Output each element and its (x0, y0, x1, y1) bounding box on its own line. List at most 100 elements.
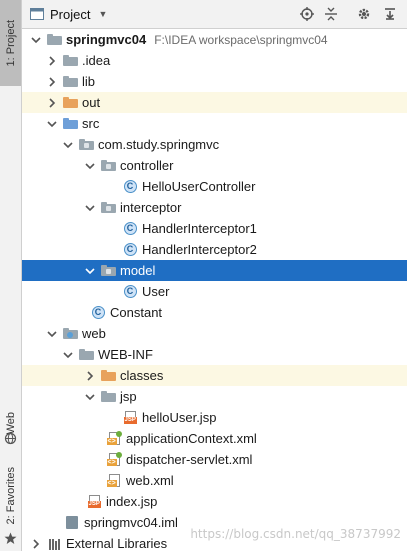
java-class-icon: C (90, 306, 106, 320)
star-icon (4, 532, 17, 544)
chevron-right-icon[interactable] (46, 97, 58, 109)
chevron-down-icon[interactable] (84, 265, 96, 277)
package-icon (78, 138, 94, 152)
chevron-right-icon[interactable] (46, 55, 58, 67)
tab-project[interactable]: 1: Project (0, 0, 21, 86)
chevron-right-icon[interactable] (84, 370, 96, 382)
tool-window-strip: 1: Project Web 2: Favorites (0, 0, 22, 551)
tree-label: index.jsp (106, 494, 158, 509)
tree-label: web (82, 326, 106, 341)
locate-target-icon[interactable] (299, 6, 315, 22)
package-icon (100, 264, 116, 278)
chevron-down-icon[interactable] (84, 202, 96, 214)
tree-row-user[interactable]: C User (22, 281, 407, 302)
tree-row-model[interactable]: model (22, 260, 407, 281)
collapse-all-icon[interactable] (323, 6, 339, 22)
tree-row-hello-jsp[interactable]: JSP helloUser.jsp (22, 407, 407, 428)
chevron-down-icon[interactable] (84, 391, 96, 403)
tree-label: com.study.springmvc (98, 137, 220, 152)
tree-row-webinf[interactable]: WEB-INF (22, 344, 407, 365)
tree-row-package[interactable]: com.study.springmvc (22, 134, 407, 155)
tree-row-src[interactable]: src (22, 113, 407, 134)
tree-row-root[interactable]: springmvc04 F:\IDEA workspace\springmvc0… (22, 29, 407, 50)
web-globe-icon (4, 432, 17, 445)
tree-label: External Libraries (66, 536, 168, 551)
tree-row-constant[interactable]: C Constant (22, 302, 407, 323)
module-file-icon (64, 516, 80, 530)
chevron-down-icon[interactable] (46, 118, 58, 130)
tree-row-handler2[interactable]: C HandlerInterceptor2 (22, 239, 407, 260)
watermark: https://blog.csdn.net/qq_38737992 (190, 527, 401, 541)
tree-row-handler1[interactable]: C HandlerInterceptor1 (22, 218, 407, 239)
tree-row-app-context[interactable]: <> applicationContext.xml (22, 428, 407, 449)
spring-xml-icon: <> (106, 431, 122, 446)
tree-row-idea[interactable]: .idea (22, 50, 407, 71)
tab-project-label: 1: Project (4, 19, 17, 67)
library-icon (46, 537, 62, 551)
web-folder-icon (62, 327, 78, 341)
tree-label: classes (120, 368, 164, 383)
project-view-icon (30, 8, 44, 20)
jsp-file-icon: JSP (122, 411, 138, 425)
tree-label: model (120, 263, 156, 278)
chevron-down-icon[interactable] (84, 160, 96, 172)
folder-icon (62, 54, 78, 68)
tree-label: interceptor (120, 200, 182, 215)
excluded-folder-icon (62, 96, 78, 110)
jsp-file-icon: JSP (86, 495, 102, 509)
java-class-icon: C (122, 285, 138, 299)
tree-label: HandlerInterceptor1 (142, 221, 257, 236)
project-panel-header: Project ▼ (22, 0, 407, 29)
package-icon (100, 159, 116, 173)
folder-icon (62, 75, 78, 89)
folder-icon (78, 348, 94, 362)
panel-title[interactable]: Project (50, 7, 90, 22)
java-class-icon: C (122, 222, 138, 236)
project-path: F:\IDEA workspace\springmvc04 (154, 32, 328, 47)
tree-label: springmvc04.iml (84, 515, 178, 530)
chevron-right-icon[interactable] (46, 76, 58, 88)
source-folder-icon (62, 117, 78, 131)
tree-label: web.xml (126, 473, 174, 488)
tree-row-out[interactable]: out (22, 92, 407, 113)
tree-label: HandlerInterceptor2 (142, 242, 257, 257)
tree-row-dispatcher[interactable]: <> dispatcher-servlet.xml (22, 449, 407, 470)
tree-label: Constant (110, 305, 163, 320)
tree-row-lib[interactable]: lib (22, 71, 407, 92)
tree-label: lib (82, 74, 96, 89)
chevron-down-icon[interactable] (30, 34, 42, 46)
tree-row-index-jsp[interactable]: JSP index.jsp (22, 491, 407, 512)
hide-panel-icon[interactable] (382, 6, 398, 22)
chevron-down-icon[interactable]: ▼ (98, 9, 107, 19)
tree-row-jsp[interactable]: jsp (22, 386, 407, 407)
spring-xml-icon: <> (106, 452, 122, 467)
project-tree: springmvc04 F:\IDEA workspace\springmvc0… (22, 29, 407, 551)
java-class-icon: C (122, 180, 138, 194)
tree-row-classes[interactable]: classes (22, 365, 407, 386)
tree-label: dispatcher-servlet.xml (126, 452, 253, 467)
tree-label: out (82, 95, 101, 110)
tree-row-web[interactable]: web (22, 323, 407, 344)
tree-label: .idea (82, 53, 111, 68)
tree-row-web-xml[interactable]: <> web.xml (22, 470, 407, 491)
tree-label: User (142, 284, 170, 299)
tree-label: HelloUserController (142, 179, 256, 194)
tab-favorites-label: 2: Favorites (4, 467, 17, 525)
tree-row-hello-controller[interactable]: C HelloUserController (22, 176, 407, 197)
module-folder-icon (46, 33, 62, 47)
chevron-down-icon[interactable] (46, 328, 58, 340)
folder-icon (100, 390, 116, 404)
gear-icon[interactable] (356, 6, 372, 22)
chevron-right-icon[interactable] (30, 538, 42, 550)
package-icon (100, 201, 116, 215)
chevron-down-icon[interactable] (62, 139, 74, 151)
tree-label: src (82, 116, 100, 131)
tree-label: jsp (120, 389, 137, 404)
tree-label: controller (120, 158, 174, 173)
chevron-down-icon[interactable] (62, 349, 74, 361)
web-xml-icon: <> (106, 474, 122, 488)
tree-row-controller[interactable]: controller (22, 155, 407, 176)
tree-row-interceptor[interactable]: interceptor (22, 197, 407, 218)
tab-favorites[interactable]: 2: Favorites (0, 460, 21, 532)
tree-label: applicationContext.xml (126, 431, 257, 446)
